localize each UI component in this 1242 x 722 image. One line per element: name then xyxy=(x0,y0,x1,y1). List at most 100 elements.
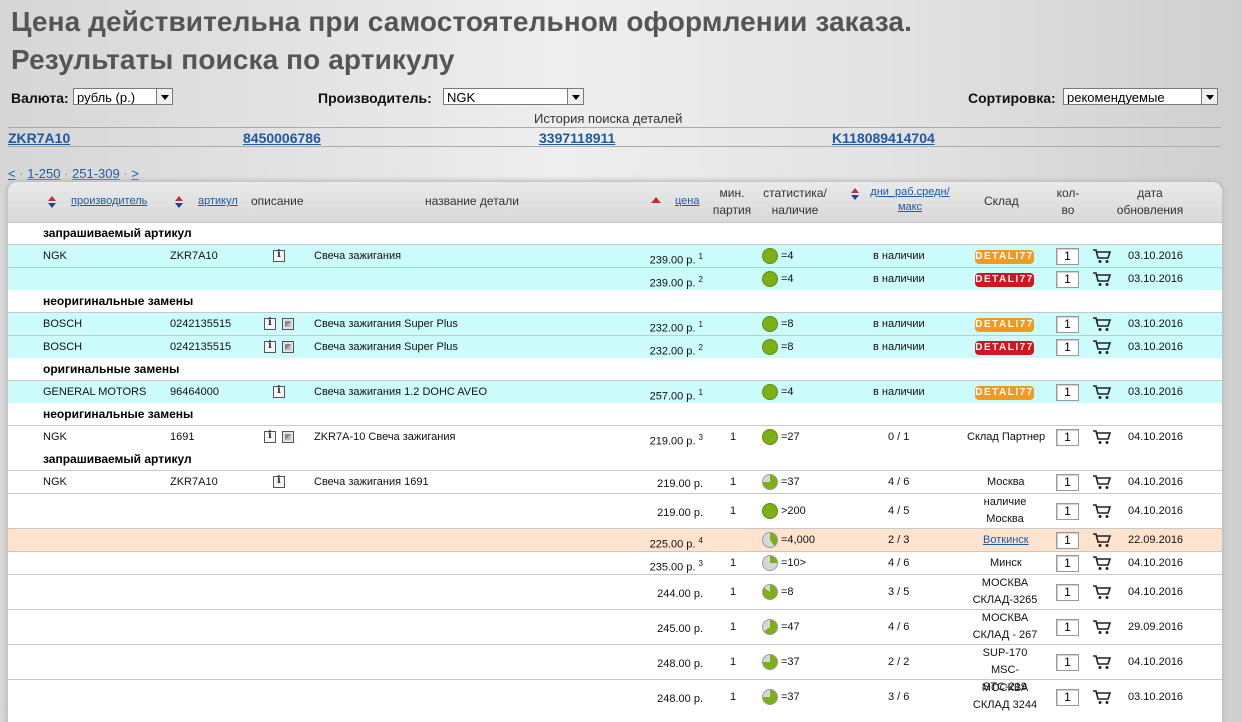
cart-icon[interactable] xyxy=(1092,504,1112,519)
group-header: неоригинальные замены xyxy=(43,294,194,308)
info-icon[interactable] xyxy=(273,385,285,398)
stock-indicator-icon xyxy=(762,654,778,670)
quantity-input[interactable]: 1 xyxy=(1056,384,1079,401)
cart-icon[interactable] xyxy=(1092,556,1112,571)
prev-page-link[interactable]: < xyxy=(8,166,16,181)
cart-icon[interactable] xyxy=(1092,690,1112,705)
cart-icon[interactable] xyxy=(1092,340,1112,355)
table-row: NGK ZKR7A10 Свеча зажигания 1691 219.00 … xyxy=(8,470,1222,493)
table-row: GENERAL MOTORS 96464000 Свеча зажигания … xyxy=(8,380,1222,403)
page-link[interactable]: 251-309 xyxy=(72,166,120,181)
sort-icon[interactable] xyxy=(851,188,859,200)
cart-icon[interactable] xyxy=(1092,475,1112,490)
info-icon[interactable] xyxy=(273,249,285,262)
warehouse-badge[interactable]: DETALI77 xyxy=(975,250,1034,264)
divider xyxy=(8,146,1221,147)
stock-indicator-icon xyxy=(762,619,778,635)
stock-indicator-icon xyxy=(762,271,778,287)
stock-indicator-icon xyxy=(762,339,778,355)
chevron-down-icon xyxy=(1201,89,1217,104)
quantity-input[interactable]: 1 xyxy=(1056,584,1079,601)
table-header: производитель артикул описание название … xyxy=(8,182,1222,223)
cart-icon[interactable] xyxy=(1092,655,1112,670)
sort-select[interactable]: рекомендуемые xyxy=(1063,88,1218,105)
col-update-date: дата обновления xyxy=(1116,186,1184,217)
group-header: запрашиваемый артикул xyxy=(43,226,192,240)
table-row: BOSCH 0242135515 Свеча зажигания Super P… xyxy=(8,312,1222,335)
info-icon[interactable] xyxy=(273,475,285,488)
group-header: запрашиваемый артикул xyxy=(43,452,192,466)
cart-icon[interactable] xyxy=(1092,249,1112,264)
sort-asc-icon[interactable] xyxy=(651,197,661,203)
currency-select[interactable]: рубль (р.) xyxy=(73,88,173,105)
manufacturer-select[interactable]: NGK xyxy=(443,88,584,105)
quantity-input[interactable]: 1 xyxy=(1056,555,1079,572)
quantity-input[interactable]: 1 xyxy=(1056,619,1079,636)
quantity-input[interactable]: 1 xyxy=(1056,654,1079,671)
quantity-input[interactable]: 1 xyxy=(1056,248,1079,265)
warehouse-link[interactable]: Воткинск xyxy=(983,534,1029,546)
group-header: оригинальные замены xyxy=(43,362,180,376)
stock-indicator-icon xyxy=(762,474,778,490)
col-price[interactable]: цена xyxy=(675,195,700,207)
cart-icon[interactable] xyxy=(1092,385,1112,400)
table-row: 248.00 р. 1 =37 2 / 2 SUP-170 MSC- STC-21… xyxy=(8,644,1222,693)
history-link[interactable]: ZKR7A10 xyxy=(8,130,70,146)
quantity-input[interactable]: 1 xyxy=(1056,339,1079,356)
table-row: 248.00 р. 1 =37 3 / 6 МОСКВА СКЛАД 3244 1… xyxy=(8,679,1222,714)
warehouse-badge[interactable]: DETALI77 xyxy=(975,386,1034,400)
chevron-down-icon xyxy=(567,89,583,104)
table-row: 225.00 р. 4 =4,000 2 / 3 Воткинск 1 22.0… xyxy=(8,528,1222,551)
col-days[interactable]: дни_раб.средн/макс xyxy=(865,186,955,213)
sort-icon[interactable] xyxy=(175,196,183,208)
history-link[interactable]: 8450006786 xyxy=(243,130,321,146)
col-min-lot: мин. партия xyxy=(712,186,752,217)
quantity-input[interactable]: 1 xyxy=(1056,474,1079,491)
stock-indicator-icon xyxy=(762,555,778,571)
stock-indicator-icon xyxy=(762,689,778,705)
col-part-name: название детали xyxy=(425,194,519,208)
cart-icon[interactable] xyxy=(1092,317,1112,332)
pagination: < · 1-250 · 251-309 · > xyxy=(8,166,139,181)
col-manufacturer[interactable]: производитель xyxy=(71,195,147,207)
cart-icon[interactable] xyxy=(1092,620,1112,635)
stock-indicator-icon xyxy=(762,384,778,400)
page-link[interactable]: 1-250 xyxy=(27,166,60,181)
table-row: 235.00 р. 3 1 =10> 4 / 6 Минск 1 04.10.2… xyxy=(8,551,1222,574)
info-icon[interactable] xyxy=(264,340,276,353)
warehouse-badge[interactable]: DETALI77 xyxy=(975,273,1034,287)
photo-icon[interactable] xyxy=(282,341,294,353)
next-page-link[interactable]: > xyxy=(131,166,139,181)
cart-icon[interactable] xyxy=(1092,585,1112,600)
stock-indicator-icon xyxy=(762,316,778,332)
col-qty: кол-во xyxy=(1056,186,1080,217)
quantity-input[interactable]: 1 xyxy=(1056,532,1079,549)
quantity-input[interactable]: 1 xyxy=(1056,503,1079,520)
history-link[interactable]: K118089414704 xyxy=(832,130,935,146)
photo-icon[interactable] xyxy=(282,318,294,330)
cart-icon[interactable] xyxy=(1092,272,1112,287)
quantity-input[interactable]: 1 xyxy=(1056,316,1079,333)
table-row: 245.00 р. 1 =47 4 / 6 МОСКВА СКЛАД - 267 … xyxy=(8,609,1222,644)
warehouse-badge[interactable]: DETALI77 xyxy=(975,341,1034,355)
info-icon[interactable] xyxy=(264,430,276,443)
quantity-input[interactable]: 1 xyxy=(1056,689,1079,706)
table-row: 244.00 р. 1 =8 3 / 5 МОСКВА СКЛАД-3265 1 … xyxy=(8,574,1222,609)
page-title: Результаты поиска по артикулу xyxy=(11,44,455,75)
table-row: BOSCH 0242135515 Свеча зажигания Super P… xyxy=(8,335,1222,358)
quantity-input[interactable]: 1 xyxy=(1056,429,1079,446)
col-article[interactable]: артикул xyxy=(198,195,238,207)
table-row: 219.00 р. 1 >200 4 / 5 наличие Москва 1 0… xyxy=(8,493,1222,528)
photo-icon[interactable] xyxy=(282,431,294,443)
sort-icon[interactable] xyxy=(48,196,56,208)
history-link[interactable]: 3397118911 xyxy=(539,130,615,146)
divider xyxy=(8,127,1221,128)
quantity-input[interactable]: 1 xyxy=(1056,271,1079,288)
stock-indicator-icon xyxy=(762,584,778,600)
warehouse-badge[interactable]: DETALI77 xyxy=(975,318,1034,332)
cart-icon[interactable] xyxy=(1092,533,1112,548)
table-row: 239.00 р. 2 =4 в наличии DETALI77 1 03.1… xyxy=(8,267,1222,290)
sort-label: Сортировка: xyxy=(968,90,1056,106)
cart-icon[interactable] xyxy=(1092,430,1112,445)
info-icon[interactable] xyxy=(264,317,276,330)
